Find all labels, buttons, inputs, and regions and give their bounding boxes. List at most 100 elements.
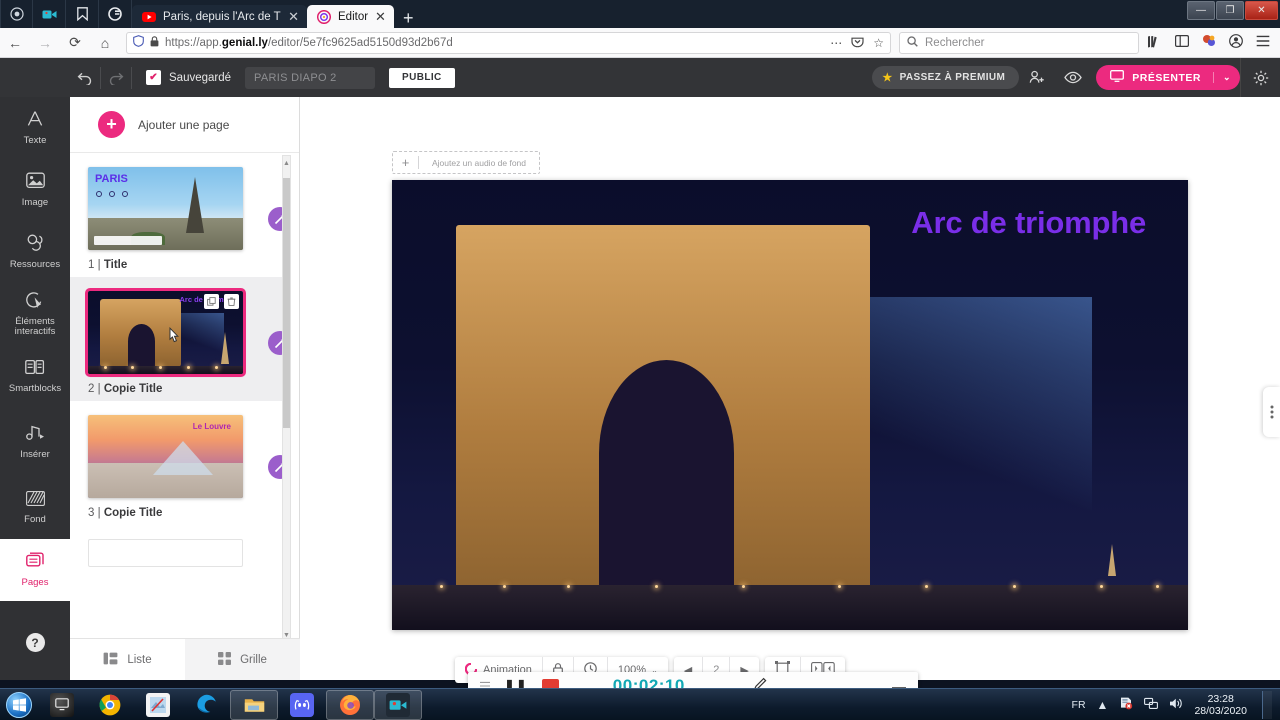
taskbar-item-paint[interactable] <box>134 690 182 720</box>
share-icon[interactable] <box>1019 58 1055 97</box>
gear-icon[interactable] <box>1240 58 1280 97</box>
help-button[interactable]: ? <box>0 633 70 652</box>
record-icon[interactable] <box>0 0 33 28</box>
slide-title-text[interactable]: Arc de triomphe <box>911 205 1146 241</box>
sidebar-label: Fond <box>24 514 46 526</box>
thumbnail-title: Le Louvre <box>192 422 231 431</box>
pocket-icon[interactable] <box>851 35 864 51</box>
image-icon <box>25 172 45 194</box>
google-icon[interactable] <box>99 0 132 28</box>
sidebar-item-fond[interactable]: Fond <box>0 477 70 539</box>
list-item[interactable]: PARIS 1 | Title <box>70 153 286 277</box>
list-item[interactable]: Le Louvre 3 | Copie Title <box>70 401 286 525</box>
save-status: ✔ Sauvegardé <box>146 70 231 85</box>
sidebar-icon[interactable] <box>1175 35 1190 50</box>
back-icon[interactable]: ← <box>0 30 30 56</box>
start-button[interactable] <box>0 690 38 720</box>
view-list-button[interactable]: Liste <box>70 639 185 680</box>
more-vertical-icon <box>1270 405 1274 419</box>
security-icon[interactable] <box>1119 696 1133 713</box>
genially-logo[interactable] <box>0 58 70 97</box>
edge-icon <box>194 693 218 717</box>
browser-navbar: ← → ⟳ ⌂ https://app.genial.ly/editor/5e7… <box>0 28 1280 58</box>
show-hidden-icons-button[interactable]: ▲ <box>1097 698 1109 712</box>
add-page-button[interactable]: + Ajouter une page <box>70 97 299 153</box>
sidebar-item-image[interactable]: Image <box>0 159 70 221</box>
upgrade-premium-button[interactable]: ★ PASSEZ À PREMIUM <box>872 66 1020 89</box>
page-thumbnail[interactable]: Le Louvre <box>88 415 243 498</box>
sidebar-item-pages[interactable]: Pages <box>0 539 70 601</box>
close-icon[interactable]: ✕ <box>288 10 299 23</box>
forward-icon[interactable]: → <box>30 30 60 56</box>
account-icon[interactable] <box>1229 34 1243 51</box>
list-item[interactable]: Arc de triomphe 2 | Copie Title <box>70 277 286 401</box>
interactive-elements-icon <box>25 291 45 313</box>
canvas-area: + Ajoutez un audio de fond Arc de triomp… <box>300 97 1280 680</box>
duplicate-icon[interactable] <box>204 294 219 309</box>
visibility-button[interactable]: PUBLIC <box>389 67 455 88</box>
add-background-audio-button[interactable]: + Ajoutez un audio de fond <box>392 151 540 174</box>
pages-list: PARIS 1 | Title Arc de triomphe 2 | Copi… <box>70 153 286 643</box>
sidebar-item-inserer[interactable]: Insérer <box>0 407 70 477</box>
taskbar-item-screen-recorder[interactable] <box>374 689 422 720</box>
sidebar-item-ressources[interactable]: Ressources <box>0 221 70 283</box>
system-tray: FR ▲ 23:28 28/03/2020 <box>1072 690 1280 719</box>
home-icon[interactable]: ⌂ <box>90 30 120 56</box>
document-title-input[interactable]: PARIS DIAPO 2 <box>245 66 376 89</box>
right-panel-toggle[interactable] <box>1263 387 1280 437</box>
pages-scrollbar[interactable]: ▲ ▼ <box>282 155 291 643</box>
taskbar-item-file-explorer[interactable] <box>230 689 278 720</box>
new-tab-button[interactable]: + <box>403 9 414 27</box>
extension-icon[interactable] <box>1202 34 1216 51</box>
scrollbar-thumb[interactable] <box>283 178 290 428</box>
taskbar-item-firefox[interactable] <box>326 689 374 720</box>
maximize-button[interactable]: ❐ <box>1216 1 1244 20</box>
trash-icon[interactable] <box>224 294 239 309</box>
library-icon[interactable] <box>1147 35 1162 51</box>
browser-titlebar: Paris, depuis l'Arc de Triomphe ✕ Editor… <box>0 0 1280 28</box>
sidebar-item-smartblocks[interactable]: Smartblocks <box>0 345 70 407</box>
volume-icon[interactable] <box>1169 697 1183 713</box>
sidebar-item-texte[interactable]: Texte <box>0 97 70 159</box>
search-input[interactable]: Rechercher <box>899 31 1139 54</box>
taskbar-item-discord[interactable] <box>278 690 326 720</box>
camera-icon[interactable] <box>33 0 66 28</box>
shield-icon[interactable] <box>133 35 144 50</box>
firefox-icon <box>338 693 362 717</box>
saved-label: Sauvegardé <box>169 71 232 84</box>
bookmark-star-icon[interactable]: ☆ <box>873 36 884 50</box>
taskbar-item-edge[interactable] <box>182 690 230 720</box>
undo-icon[interactable] <box>70 58 100 97</box>
sidebar-item-elements-interactifs[interactable]: Éléments interactifs <box>0 283 70 345</box>
minimize-button[interactable]: — <box>1187 1 1215 20</box>
network-icon[interactable] <box>1144 697 1159 713</box>
clock-date: 28/03/2020 <box>1194 704 1247 717</box>
close-button[interactable]: ✕ <box>1245 1 1278 20</box>
browser-tab-youtube[interactable]: Paris, depuis l'Arc de Triomphe ✕ <box>132 5 307 28</box>
preview-eye-icon[interactable] <box>1055 58 1091 97</box>
taskbar-clock[interactable]: 23:28 28/03/2020 <box>1194 693 1251 717</box>
scroll-up-icon[interactable]: ▲ <box>283 158 290 168</box>
reload-icon[interactable]: ⟳ <box>60 30 90 56</box>
chevron-down-icon[interactable]: ⌄ <box>1212 72 1240 83</box>
language-indicator[interactable]: FR <box>1072 699 1086 711</box>
browser-tab-editor[interactable]: Editor ✕ <box>307 5 394 28</box>
show-desktop-button[interactable] <box>1262 690 1272 719</box>
bookmark-icon[interactable] <box>66 0 99 28</box>
present-button[interactable]: PRÉSENTER ⌄ <box>1096 65 1240 90</box>
view-grid-button[interactable]: Grille <box>185 639 300 680</box>
page-actions-icon[interactable]: ⋯ <box>830 36 842 50</box>
address-bar[interactable]: https://app.genial.ly/editor/5e7fc9625ad… <box>126 31 891 54</box>
list-item[interactable] <box>70 525 286 573</box>
redo-icon[interactable] <box>101 58 131 97</box>
menu-icon[interactable] <box>1256 35 1270 50</box>
taskbar-item-desktop-peek[interactable] <box>38 690 86 720</box>
page-thumbnail[interactable] <box>88 539 243 567</box>
close-icon[interactable]: ✕ <box>375 10 386 23</box>
page-thumbnail[interactable]: Arc de triomphe <box>85 288 246 377</box>
taskbar-item-chrome[interactable] <box>86 690 134 720</box>
slide-canvas[interactable]: Arc de triomphe <box>392 180 1188 630</box>
sidebar-label: Texte <box>23 135 47 147</box>
page-thumbnail[interactable]: PARIS <box>88 167 243 250</box>
window-controls: — ❐ ✕ <box>1186 1 1278 21</box>
